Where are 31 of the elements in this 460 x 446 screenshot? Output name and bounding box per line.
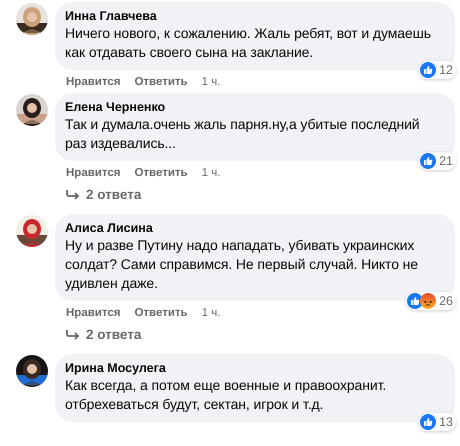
timestamp[interactable]: 1 ч.: [202, 306, 220, 318]
like-link[interactable]: Нравится: [66, 306, 120, 318]
reaction-number: 21: [439, 154, 453, 168]
reaction-count[interactable]: 21: [419, 152, 456, 170]
author-link[interactable]: Инна Главчева: [65, 8, 443, 24]
reply-link[interactable]: Ответить: [134, 166, 188, 178]
reply-arrow-icon: [66, 328, 80, 340]
reaction-count[interactable]: 12: [419, 61, 456, 79]
author-link[interactable]: Елена Черненко: [65, 99, 443, 115]
replies-text: 2 ответа: [86, 327, 142, 342]
like-link[interactable]: Нравится: [66, 166, 120, 178]
reaction-number: 26: [439, 294, 453, 308]
author-link[interactable]: Ирина Мосулега: [65, 360, 443, 376]
reply-arrow-icon: [66, 188, 80, 200]
reaction-number: 13: [439, 415, 453, 429]
comment-text: Как всегда, а потом еще военные и правоохранит. отбрехеваться будут, сектан, игрок и т.д.: [65, 376, 388, 414]
comment-text: Так и думала.очень жаль парня.ну,а убитые последний раз издевались...: [65, 115, 421, 153]
reaction-number: 12: [439, 63, 453, 77]
view-replies-link[interactable]: 2 ответа: [55, 321, 142, 351]
comment-text: Ничего нового, к сожалению. Жаль ребят, вот и думаешь как отдавать своего сына на заклание.: [65, 24, 432, 62]
replies-text: 2 ответа: [86, 187, 142, 202]
author-link[interactable]: Алиса Лисина: [65, 220, 443, 236]
timestamp[interactable]: 1 ч.: [202, 166, 220, 178]
reply-link[interactable]: Ответить: [134, 306, 188, 318]
reaction-count[interactable]: 26: [406, 292, 456, 310]
timestamp[interactable]: 1 ч.: [202, 76, 220, 88]
view-replies-link[interactable]: 2 ответа: [55, 181, 142, 211]
reply-link[interactable]: Ответить: [134, 76, 188, 88]
comment-text: Ну и разве Путину надо нападать, убивать украинских солдат? Сами справимся. Не первый случай. Никто не удивлен даже.: [65, 236, 419, 293]
reaction-count[interactable]: 13: [419, 413, 456, 431]
like-link[interactable]: Нравится: [66, 76, 120, 88]
